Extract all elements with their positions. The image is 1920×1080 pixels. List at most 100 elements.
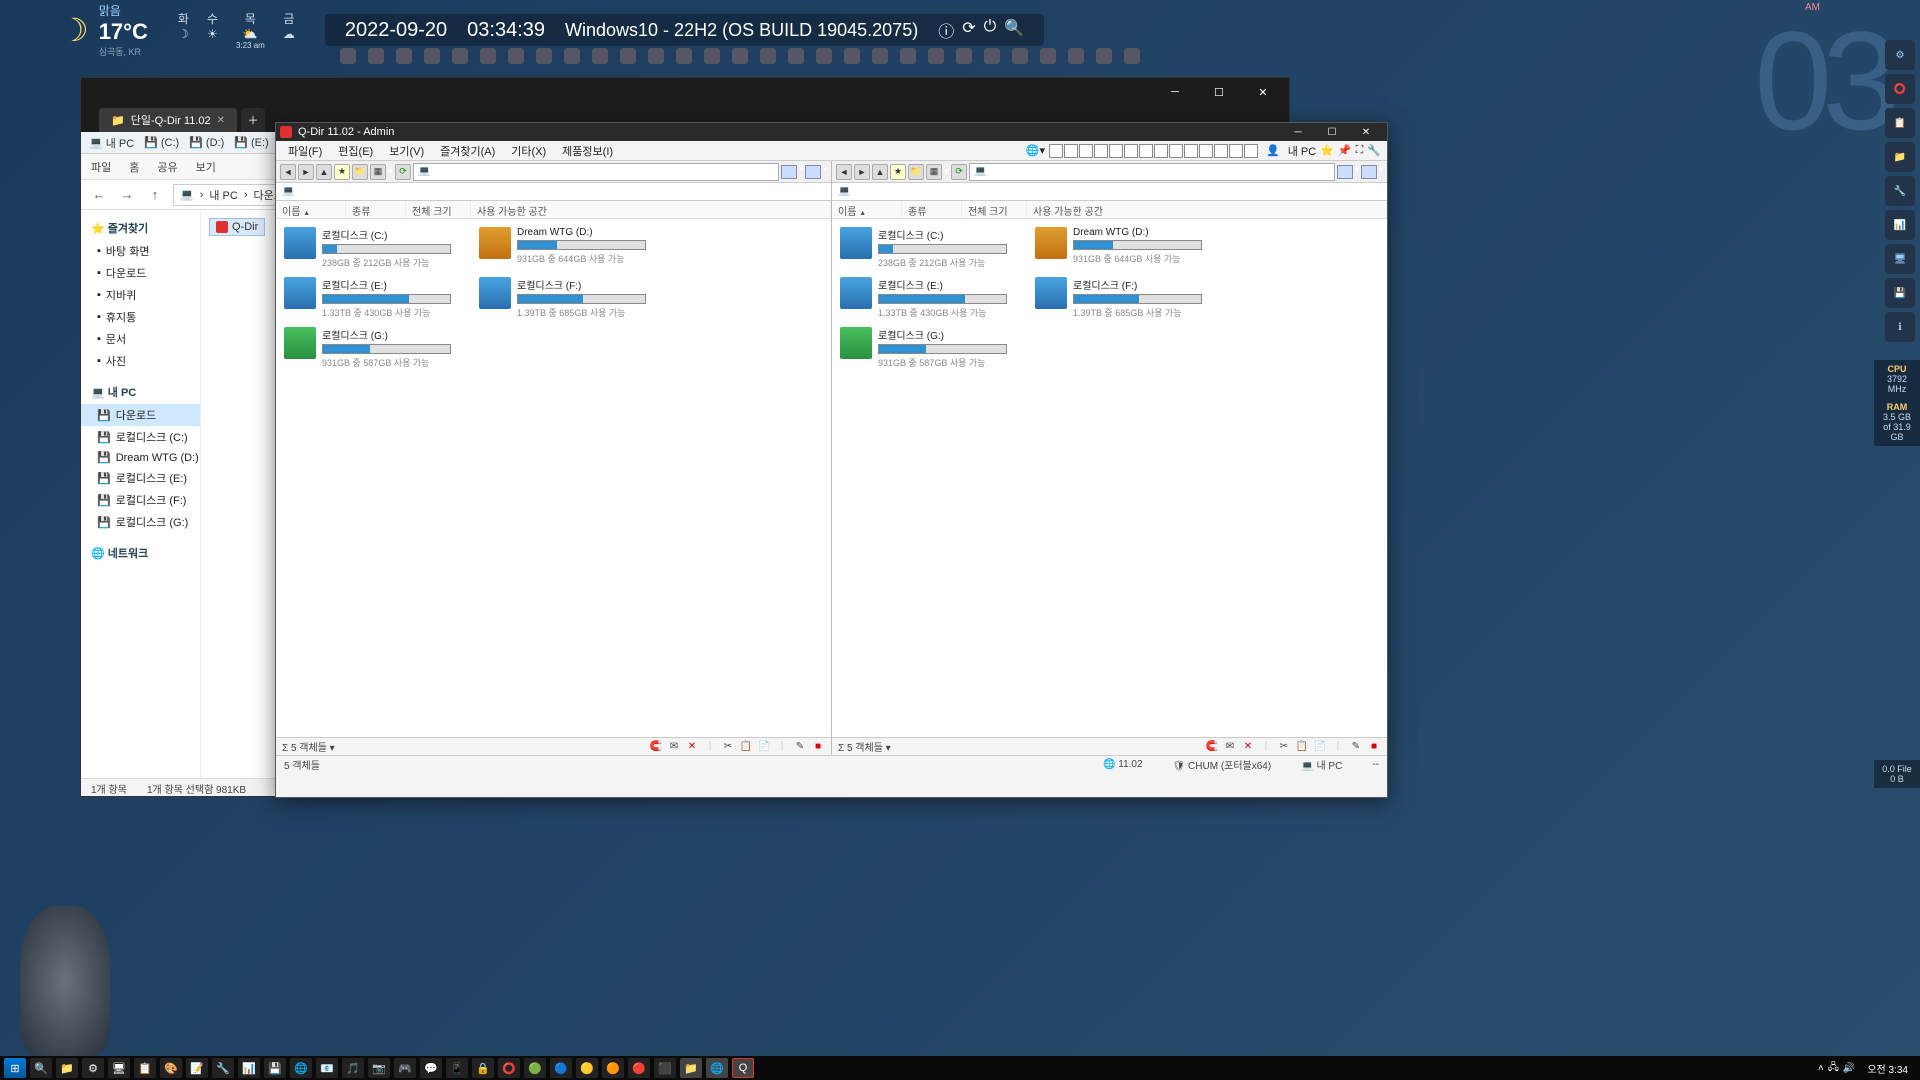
back-button[interactable]: ← (89, 187, 109, 202)
pane-content[interactable]: 로컬디스크 (C:) 238GB 중 212GB 사용 가능 Dream WTG… (276, 219, 831, 737)
taskbar-app[interactable]: 📧 (316, 1058, 338, 1078)
gadget-icon[interactable]: ℹ (1885, 312, 1915, 342)
sidebar-item[interactable]: ▪지바퀴 (81, 284, 200, 306)
weather-widget[interactable]: ☽ 맑음 17°C 심곡동, KR (60, 2, 148, 58)
ribbon-view[interactable]: 보기 (196, 159, 216, 175)
edit-icon[interactable]: ✎ (1349, 741, 1363, 752)
taskbar-app-active[interactable]: Q (732, 1058, 754, 1078)
back-button[interactable]: ◄ (280, 164, 296, 180)
close-button[interactable]: ✕ (1241, 79, 1285, 105)
forward-button[interactable]: ► (298, 164, 314, 180)
taskbar-app-active[interactable]: 📁 (680, 1058, 702, 1078)
favbar-item[interactable]: (D:) (189, 136, 224, 149)
qdir-titlebar[interactable]: Q-Dir 11.02 - Admin ─ ☐ ✕ (276, 123, 1387, 141)
star-icon[interactable]: ⭐ (1320, 144, 1334, 157)
menu-edit[interactable]: 편집(E) (332, 141, 379, 161)
tray-network-icon[interactable]: 🖧 (1828, 1060, 1839, 1077)
taskbar-app[interactable]: ⬛ (654, 1058, 676, 1078)
crumb-pc[interactable]: 내 PC (209, 187, 237, 203)
tray-icon[interactable] (368, 48, 384, 64)
taskbar-app[interactable]: 🟡 (576, 1058, 598, 1078)
layout-btn[interactable] (1244, 144, 1258, 158)
layout-btn[interactable] (1109, 144, 1123, 158)
maximize-button[interactable]: ☐ (1197, 79, 1241, 105)
taskbar-app[interactable]: 📊 (238, 1058, 260, 1078)
copy-icon[interactable]: 📋 (739, 741, 753, 752)
gadget-icon[interactable]: ⚙ (1885, 40, 1915, 70)
taskbar-app[interactable]: 🎨 (160, 1058, 182, 1078)
pane-tab[interactable]: 💻내 PC (832, 183, 1387, 201)
col-type[interactable]: 종류 (346, 201, 406, 218)
magnet-icon[interactable]: 🧲 (1205, 741, 1219, 752)
drive-item[interactable]: 로컬디스크 (F:) 1.39TB 중 685GB 사용 가능 (1031, 273, 1206, 323)
tray-icon[interactable] (816, 48, 832, 64)
taskbar-app[interactable]: ⭕ (498, 1058, 520, 1078)
globe-icon[interactable]: 🌐▾ (1026, 144, 1045, 157)
taskbar-app[interactable]: 🟠 (602, 1058, 624, 1078)
sidebar-item[interactable]: ▪문서 (81, 328, 200, 350)
taskbar-app[interactable]: 🖥 (108, 1058, 130, 1078)
favbar-item[interactable]: (E:) (234, 136, 268, 149)
sidebar-item[interactable]: 💾로컬디스크 (F:) (81, 489, 200, 511)
refresh-button[interactable]: ⟳ (395, 164, 411, 180)
tray-icon[interactable] (872, 48, 888, 64)
sidebar-item[interactable]: 💾로컬디스크 (G:) (81, 511, 200, 533)
tray-icon[interactable] (900, 48, 916, 64)
tray-icon[interactable] (592, 48, 608, 64)
tray-icon[interactable] (788, 48, 804, 64)
gadget-icon[interactable]: 🖥 (1885, 244, 1915, 274)
sidebar-item[interactable]: 💾Dream WTG (D:) (81, 448, 200, 467)
menu-file[interactable]: 파일(F) (282, 141, 328, 161)
layout-btn[interactable] (1214, 144, 1228, 158)
taskbar-app[interactable]: 🔴 (628, 1058, 650, 1078)
magnet-icon[interactable]: 🧲 (649, 741, 663, 752)
tray-icon[interactable] (452, 48, 468, 64)
taskbar-app[interactable]: 🟢 (524, 1058, 546, 1078)
tray-icon[interactable] (648, 48, 664, 64)
pane-view-btn[interactable] (805, 165, 821, 179)
tray-icon[interactable] (1096, 48, 1112, 64)
tray-icon[interactable] (424, 48, 440, 64)
taskbar-app[interactable]: 📷 (368, 1058, 390, 1078)
pin-icon[interactable]: 📌 (1338, 144, 1352, 157)
layout-btn[interactable] (1094, 144, 1108, 158)
gadget-icon[interactable]: 📊 (1885, 210, 1915, 240)
taskbar-app[interactable]: 📋 (134, 1058, 156, 1078)
up-button[interactable]: ▲ (316, 164, 332, 180)
close-button[interactable]: ✕ (1349, 123, 1383, 141)
menu-favorites[interactable]: 즐겨찾기(A) (434, 141, 501, 161)
taskbar-app[interactable]: 📁 (56, 1058, 78, 1078)
minimize-button[interactable]: ─ (1281, 123, 1315, 141)
pane-view-btn[interactable] (1361, 165, 1377, 179)
layout-btn[interactable] (1154, 144, 1168, 158)
taskbar-app[interactable]: 📱 (446, 1058, 468, 1078)
sidebar-item[interactable]: ▪다운로드 (81, 262, 200, 284)
taskbar-app[interactable]: 🔧 (212, 1058, 234, 1078)
gadget-icon[interactable]: 📋 (1885, 108, 1915, 138)
favbar-item[interactable]: 내 PC (89, 135, 134, 151)
layout-btn[interactable] (1079, 144, 1093, 158)
maximize-button[interactable]: ☐ (1315, 123, 1349, 141)
pane-view-btn[interactable] (1337, 165, 1353, 179)
drive-item[interactable]: Dream WTG (D:) 931GB 중 644GB 사용 가능 (475, 223, 650, 273)
ribbon-share[interactable]: 공유 (157, 159, 177, 175)
explorer-tab[interactable]: 📁단일-Q-Dir 11.02✕ (99, 108, 237, 132)
forward-button[interactable]: → (117, 187, 137, 202)
layout-btn[interactable] (1169, 144, 1183, 158)
taskbar-app[interactable]: 🔒 (472, 1058, 494, 1078)
cut-icon[interactable]: ✂ (721, 741, 735, 752)
col-free[interactable]: 사용 가능한 공간 (471, 201, 831, 218)
drive-item[interactable]: 로컬디스크 (E:) 1.33TB 중 430GB 사용 가능 (836, 273, 1011, 323)
star-button[interactable]: ★ (334, 164, 350, 180)
pane-address[interactable]: 💻내 PC (413, 163, 779, 181)
forward-button[interactable]: ► (854, 164, 870, 180)
refresh-icon[interactable]: ⟳ (962, 18, 975, 42)
mail-icon[interactable]: ✉ (1223, 741, 1237, 752)
view-button[interactable]: ▦ (926, 164, 942, 180)
ribbon-file[interactable]: 파일 (91, 159, 111, 175)
sidebar-item[interactable]: ▪사진 (81, 350, 200, 372)
refresh-button[interactable]: ⟳ (951, 164, 967, 180)
drive-item[interactable]: 로컬디스크 (G:) 931GB 중 587GB 사용 가능 (836, 323, 1011, 373)
tray-icon[interactable] (480, 48, 496, 64)
layout-btn[interactable] (1199, 144, 1213, 158)
